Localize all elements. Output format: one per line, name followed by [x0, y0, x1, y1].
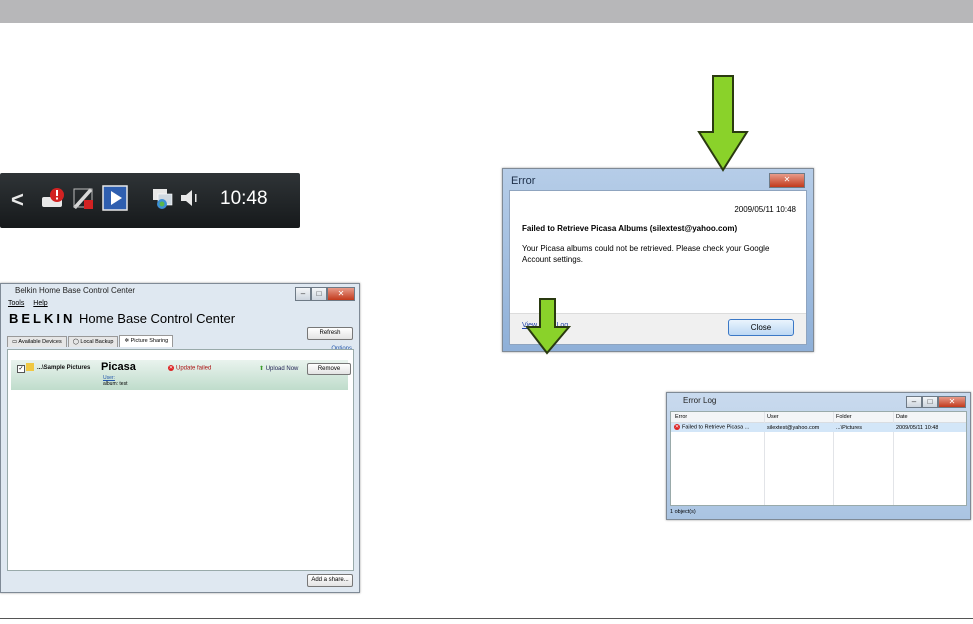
menu-bar: Tools Help — [8, 300, 55, 307]
error-message: Your Picasa albums could not be retrieve… — [522, 244, 770, 264]
share-album: album: test — [103, 381, 128, 387]
upload-arrow-icon: ⬆ — [259, 366, 265, 372]
page-footer-rule — [0, 618, 973, 619]
system-tray: < 10:48 — [0, 173, 300, 228]
column-date[interactable]: Date — [896, 414, 908, 420]
window-title: Belkin Home Base Control Center — [15, 286, 136, 295]
status-bar: 1 object(s) — [670, 509, 696, 515]
menu-tools[interactable]: Tools — [8, 300, 24, 307]
error-log-table: Error User Folder Date ✕ Failed to Retrie… — [670, 411, 967, 506]
add-share-button[interactable]: Add a share... — [307, 574, 353, 587]
column-user[interactable]: User — [767, 414, 779, 420]
brand-header: BELKIN Home Base Control Center — [9, 311, 235, 326]
error-log-window: Error Log – □ ✕ Error User Folder Date ✕… — [666, 392, 971, 520]
dialog-caption-buttons: ✕ — [769, 173, 805, 188]
page-header-bar — [0, 0, 973, 23]
close-icon[interactable]: ✕ — [327, 287, 355, 301]
table-row[interactable]: ✕ Failed to Retrieve Picasa ... silextest… — [671, 423, 966, 432]
tab-available-devices[interactable]: ▭ Available Devices — [7, 336, 67, 347]
close-button[interactable]: Close — [728, 319, 794, 336]
share-service: Picasa — [101, 361, 136, 373]
row-user: silextest@yahoo.com — [767, 425, 820, 431]
folder-icon — [26, 363, 34, 371]
menu-help[interactable]: Help — [33, 300, 47, 307]
remove-button[interactable]: Remove — [307, 363, 351, 375]
down-arrow-icon — [525, 298, 571, 355]
error-icon: ✕ — [168, 365, 174, 371]
tab-bar: ▭ Available Devices ◯ Local Backup ✲ Pic… — [7, 335, 174, 347]
row-date: 2009/05/11 10:48 — [896, 425, 939, 431]
minimize-icon[interactable]: – — [906, 396, 922, 408]
network-error-icon[interactable] — [70, 185, 96, 211]
warning-icon[interactable] — [40, 185, 66, 211]
upload-now-button[interactable]: ⬆ Upload Now — [259, 365, 298, 372]
down-arrow-icon — [697, 75, 749, 172]
tab-local-backup[interactable]: ◯ Local Backup — [67, 336, 119, 347]
error-timestamp: 2009/05/11 10:48 — [734, 205, 796, 214]
error-icon: ✕ — [674, 424, 680, 430]
window-caption-buttons: – □ ✕ — [295, 287, 355, 301]
play-icon[interactable] — [102, 185, 128, 211]
minimize-icon[interactable]: – — [295, 287, 311, 301]
table-header: Error User Folder Date — [671, 412, 966, 423]
share-status: ✕ Update failed — [168, 365, 212, 372]
belkin-control-center-window: Belkin Home Base Control Center – □ ✕ To… — [0, 283, 360, 593]
error-heading: Failed to Retrieve Picasa Albums (silext… — [522, 224, 738, 233]
clock[interactable]: 10:48 — [220, 188, 268, 210]
maximize-icon[interactable]: □ — [922, 396, 938, 408]
column-folder[interactable]: Folder — [836, 414, 852, 420]
share-list: ✓ ...\Sample Pictures Picasa User: album… — [7, 349, 354, 571]
share-row[interactable]: ✓ ...\Sample Pictures Picasa User: album… — [11, 360, 351, 390]
refresh-button[interactable]: Refresh — [307, 327, 353, 340]
maximize-icon[interactable]: □ — [311, 287, 327, 301]
column-error[interactable]: Error — [675, 414, 687, 420]
belkin-logo: BELKIN — [9, 311, 76, 326]
window-caption-buttons: – □ ✕ — [906, 396, 966, 408]
volume-icon[interactable] — [177, 185, 203, 211]
window-title: Error Log — [683, 396, 717, 405]
network-icon[interactable] — [150, 185, 176, 211]
product-name: Home Base Control Center — [79, 311, 236, 326]
share-checkbox[interactable]: ✓ — [17, 365, 25, 373]
tab-picture-sharing[interactable]: ✲ Picture Sharing — [119, 335, 174, 347]
close-icon[interactable]: ✕ — [938, 396, 966, 408]
share-folder-path: ...\Sample Pictures — [37, 365, 91, 371]
show-hidden-icons-chevron-icon[interactable]: < — [11, 187, 24, 213]
dialog-title: Error — [511, 175, 536, 187]
row-folder: ...\Pictures — [836, 425, 862, 431]
row-error: ✕ Failed to Retrieve Picasa ... — [674, 424, 750, 431]
close-icon[interactable]: ✕ — [769, 173, 805, 188]
